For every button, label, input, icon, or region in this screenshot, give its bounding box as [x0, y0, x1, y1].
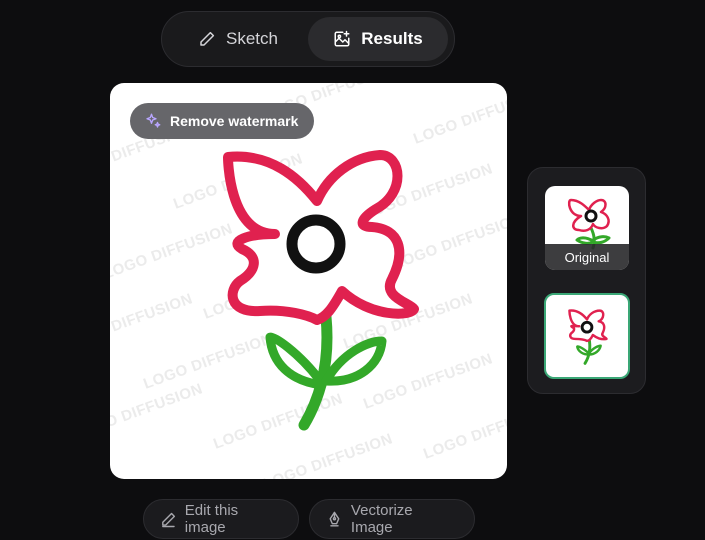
thumbnail-result[interactable]: [544, 293, 630, 379]
tab-results-label: Results: [361, 29, 423, 48]
thumbnail-panel: Original: [527, 167, 646, 394]
tab-sketch[interactable]: Sketch: [168, 17, 308, 61]
flower-result-thumbnail: [568, 309, 608, 365]
pencil-icon: [162, 512, 176, 527]
vectorize-image-label: Vectorize Image: [350, 502, 413, 536]
thumbnail-original[interactable]: Original: [545, 186, 629, 270]
vectorize-image-button[interactable]: Vectorize Image: [309, 499, 475, 539]
remove-watermark-button[interactable]: Remove watermark: [130, 103, 315, 139]
thumbnail-original-label: Original: [545, 244, 629, 270]
remove-watermark-label: Remove watermark: [170, 113, 299, 129]
tab-sketch-label: Sketch: [226, 29, 278, 48]
pencil-icon: [200, 31, 215, 46]
edit-image-button[interactable]: Edit this image: [143, 499, 299, 539]
result-image[interactable]: LOGO DIFFUSION LOGO DIFFUSION LOGO DIFFU…: [110, 83, 507, 479]
pen-nib-icon: [329, 511, 340, 527]
flower-logo-image: [223, 150, 419, 431]
edit-image-label: Edit this image: [184, 502, 239, 536]
view-tabs: Sketch Results: [161, 11, 455, 67]
sparkles-icon: [146, 113, 161, 128]
image-sparkle-icon: [334, 30, 350, 47]
tab-results[interactable]: Results: [308, 17, 448, 61]
